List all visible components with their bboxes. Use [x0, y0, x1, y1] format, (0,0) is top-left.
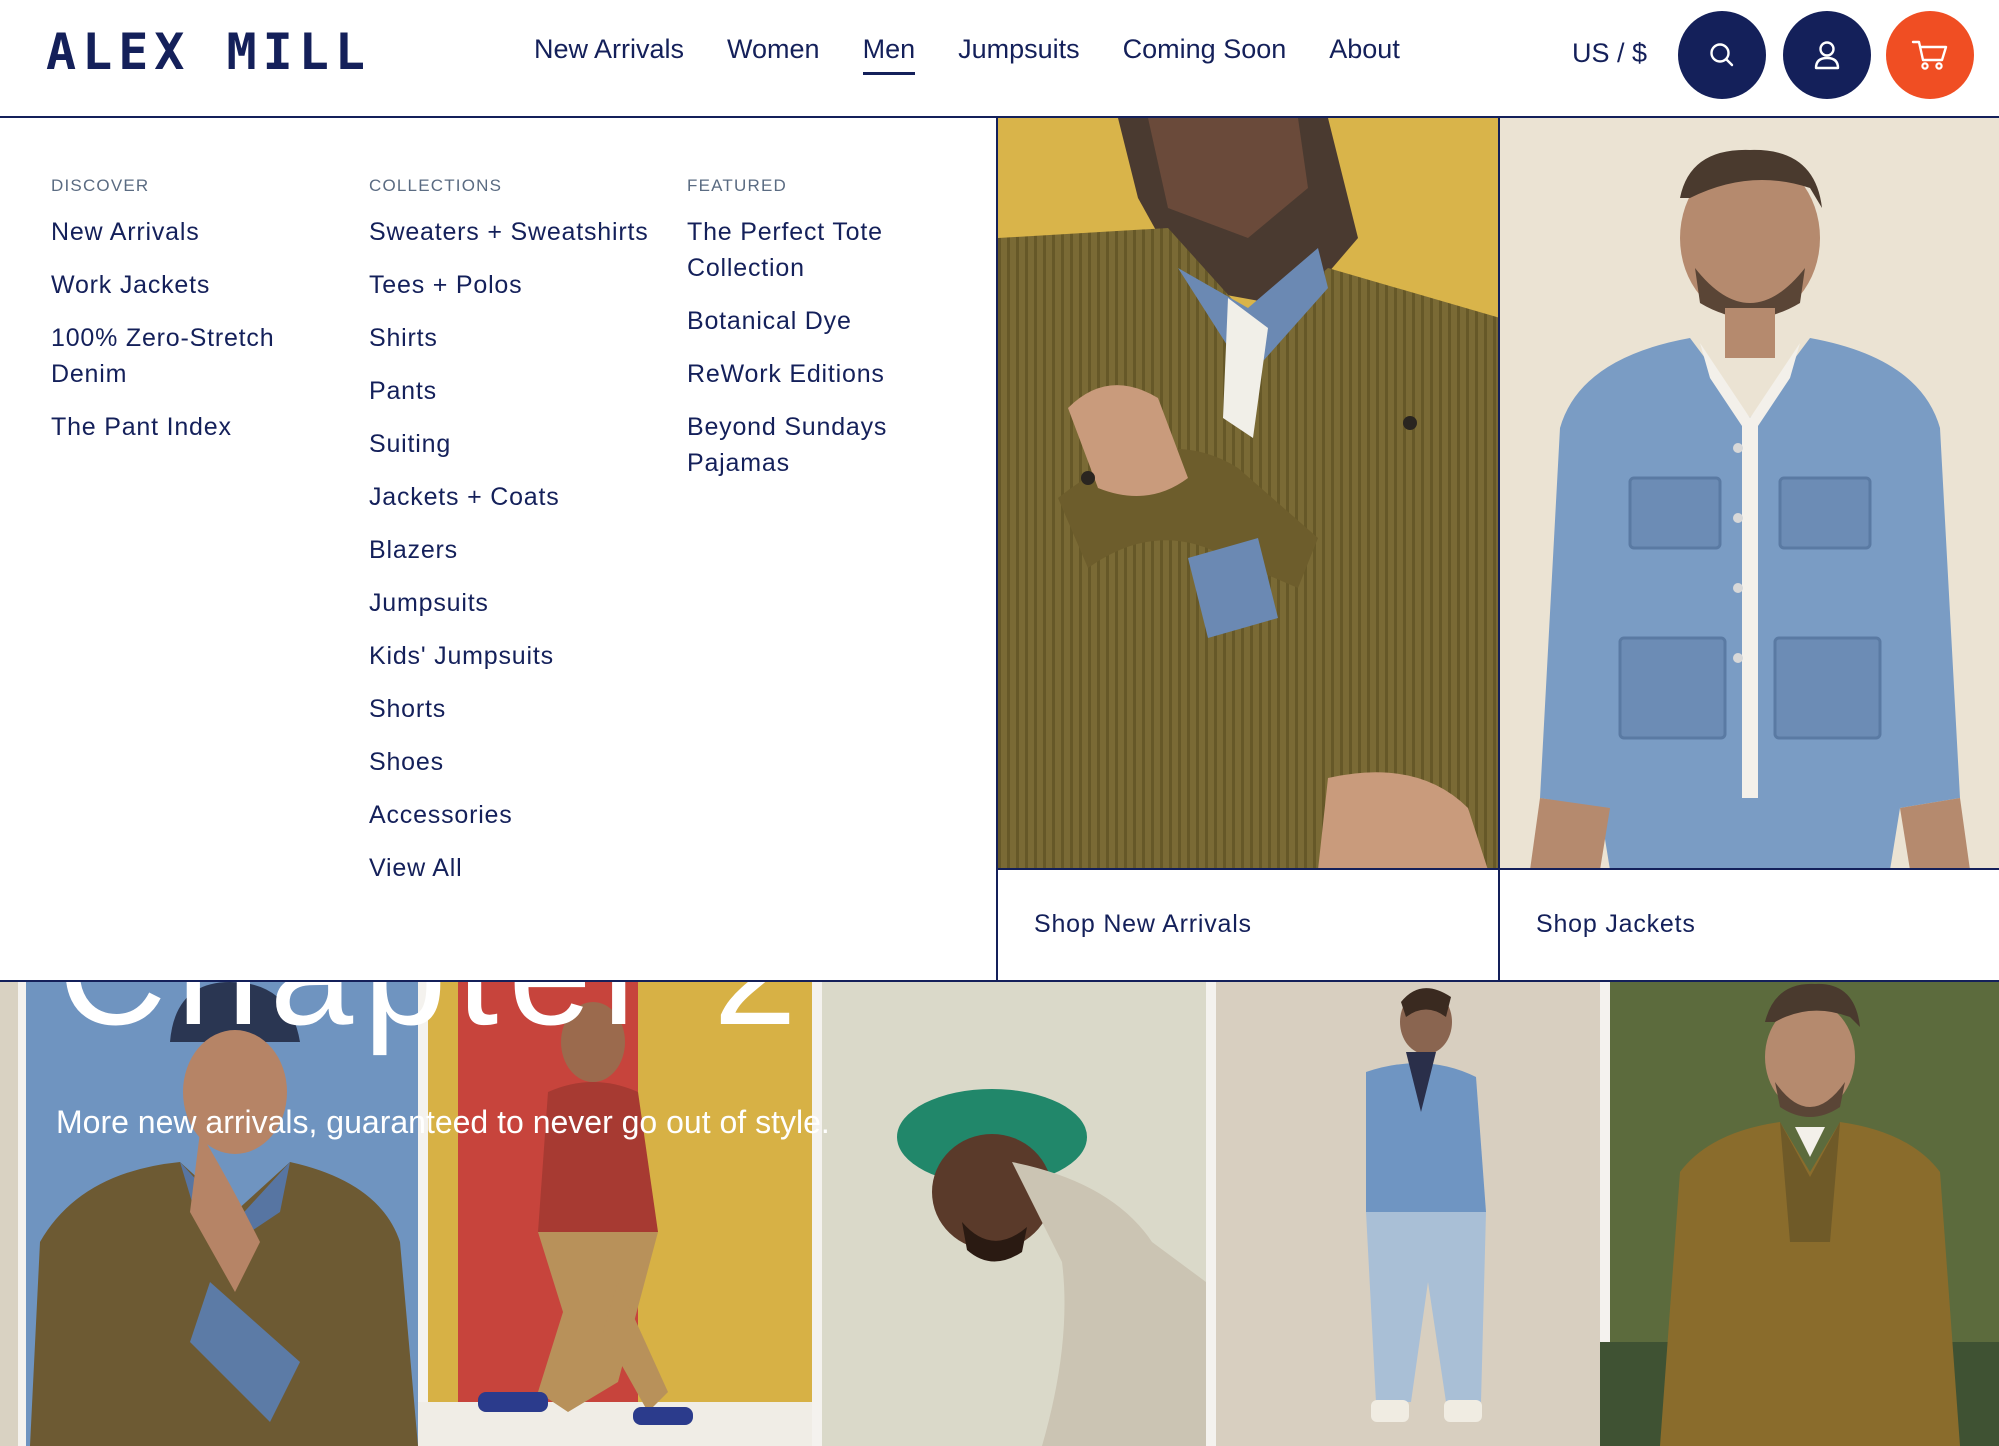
nav-item-men[interactable]: Men — [862, 34, 915, 75]
menu-link-work-jackets[interactable]: Work Jackets — [51, 267, 341, 303]
nav-item-new-arrivals[interactable]: New Arrivals — [534, 34, 684, 75]
alex-mill-logo[interactable]: ALEX MILL — [46, 23, 371, 81]
menu-link-shirts[interactable]: Shirts — [369, 320, 659, 356]
menu-link-accessories[interactable]: Accessories — [369, 797, 659, 833]
hero-subtitle: More new arrivals, guaranteed to never g… — [56, 1104, 830, 1140]
menu-link-rework-editions[interactable]: ReWork Editions — [687, 356, 977, 392]
menu-link-sweaters[interactable]: Sweaters + Sweatshirts — [369, 214, 659, 250]
menu-link-view-all[interactable]: View All — [369, 850, 659, 886]
featured-heading: FEATURED — [687, 176, 787, 195]
promo-new-arrivals[interactable]: Shop New Arrivals — [996, 118, 1498, 980]
menu-link-jumpsuits[interactable]: Jumpsuits — [369, 585, 659, 621]
nav-item-jumpsuits[interactable]: Jumpsuits — [958, 34, 1080, 75]
user-icon — [1814, 41, 1840, 70]
menu-link-shorts[interactable]: Shorts — [369, 691, 659, 727]
promo-jackets[interactable]: Shop Jackets — [1498, 118, 1999, 980]
menu-link-jackets-coats[interactable]: Jackets + Coats — [369, 479, 659, 515]
shop-jackets-link[interactable]: Shop Jackets — [1536, 910, 1696, 939]
menu-link-kids-jumpsuits[interactable]: Kids' Jumpsuits — [369, 638, 659, 674]
search-icon — [1710, 43, 1734, 67]
menu-link-zero-stretch-denim[interactable]: 100% Zero-Stretch Denim — [51, 320, 341, 392]
collections-column: COLLECTIONS Sweaters + Sweatshirts Tees … — [369, 176, 669, 903]
menu-link-suiting[interactable]: Suiting — [369, 426, 659, 462]
search-button[interactable] — [1678, 11, 1766, 99]
menu-link-shoes[interactable]: Shoes — [369, 744, 659, 780]
hero-title: Chapter 2 — [58, 982, 807, 1059]
menu-link-perfect-tote[interactable]: The Perfect Tote Collection — [687, 214, 977, 286]
menu-link-botanical-dye[interactable]: Botanical Dye — [687, 303, 977, 339]
discover-heading: DISCOVER — [51, 176, 150, 195]
hero-banner[interactable]: Chapter 2 More new arrivals, guaranteed … — [0, 982, 1999, 1446]
shop-new-arrivals-link[interactable]: Shop New Arrivals — [1034, 910, 1252, 939]
featured-column: FEATURED The Perfect Tote Collection Bot… — [687, 176, 987, 498]
currency-selector[interactable]: US / $ — [1572, 38, 1647, 69]
cart-icon — [1911, 40, 1948, 70]
site-header: ALEX MILL New Arrivals Women Men Jumpsui… — [0, 0, 1999, 118]
cart-button[interactable] — [1886, 11, 1974, 99]
menu-link-pants[interactable]: Pants — [369, 373, 659, 409]
jackets-promo-image[interactable] — [1500, 118, 1999, 870]
discover-column: DISCOVER New Arrivals Work Jackets 100% … — [51, 176, 351, 462]
new-arrivals-promo-image[interactable] — [998, 118, 1498, 870]
nav-item-coming-soon[interactable]: Coming Soon — [1123, 34, 1287, 75]
main-nav: New Arrivals Women Men Jumpsuits Coming … — [534, 34, 1400, 75]
hero-panel-5 — [1600, 982, 1999, 1446]
menu-link-tees-polos[interactable]: Tees + Polos — [369, 267, 659, 303]
logo-text[interactable]: ALEX MILL — [46, 23, 371, 81]
nav-item-women[interactable]: Women — [727, 34, 820, 75]
menu-link-blazers[interactable]: Blazers — [369, 532, 659, 568]
menu-link-new-arrivals[interactable]: New Arrivals — [51, 214, 341, 250]
account-button[interactable] — [1783, 11, 1871, 99]
menu-link-beyond-sundays[interactable]: Beyond Sundays Pajamas — [687, 409, 977, 481]
hero-panel-4 — [1206, 982, 1600, 1446]
men-mega-menu: DISCOVER New Arrivals Work Jackets 100% … — [0, 118, 1999, 982]
menu-link-pant-index[interactable]: The Pant Index — [51, 409, 341, 445]
nav-item-about[interactable]: About — [1329, 34, 1400, 75]
collections-heading: COLLECTIONS — [369, 176, 503, 195]
hero-panel-3 — [812, 982, 1206, 1446]
